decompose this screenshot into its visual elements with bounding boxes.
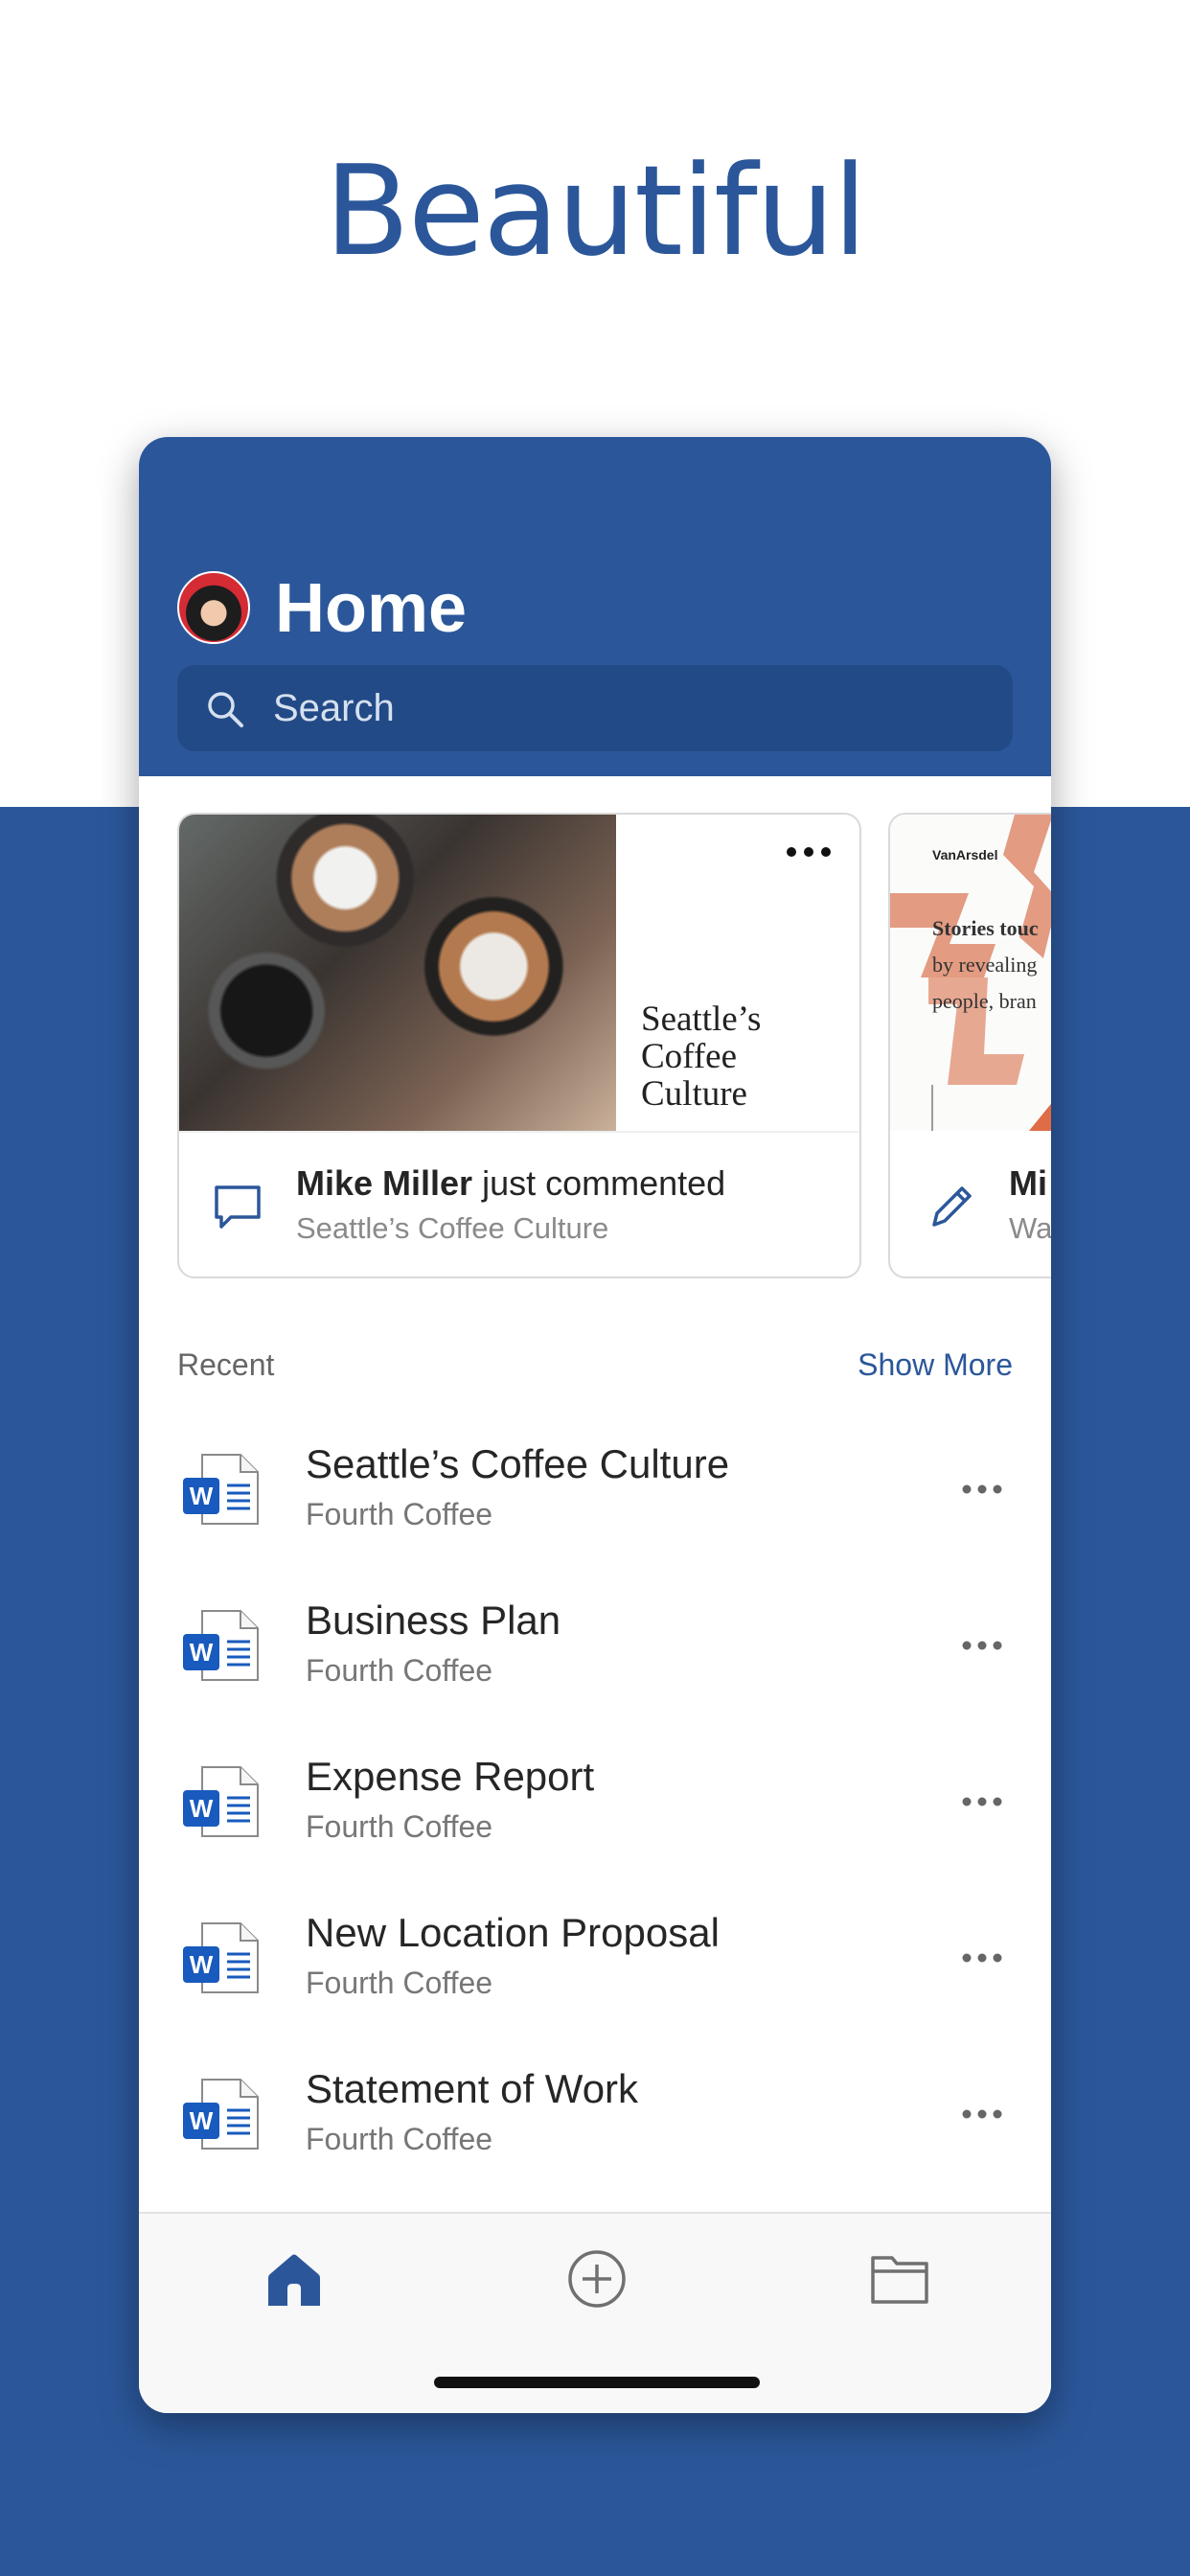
recent-section-label: Recent [177,1347,275,1382]
word-icon-letter: W [190,1950,214,1979]
edit-icon [932,1186,972,1227]
document-preview-text: Stories touc by revealing people, bran [932,910,1051,1020]
show-more-link[interactable]: Show More [858,1346,1013,1384]
recent-file-row[interactable]: W Seattle’s Coffee Culture Fourth Coffee [139,1430,1051,1586]
search-input[interactable] [273,665,982,751]
word-document-icon: W [183,1610,259,1681]
recent-files-list: W Seattle’s Coffee Culture Fourth Coffee… [139,1430,1051,2211]
marketing-headline: Beautiful [324,138,868,284]
file-title: Seattle’s Coffee Culture [306,1441,730,1486]
document-preview: VanArsdel Stories touc by revealing peop… [890,815,1051,1131]
file-location: Fourth Coffee [306,1497,493,1531]
file-title: Business Plan [306,1598,561,1643]
activity-action: just commented [472,1163,726,1203]
plus-circle-icon[interactable] [566,2248,628,2310]
word-document-icon: W [183,2079,259,2150]
preview-line-3: people, bran [932,989,1037,1013]
recent-file-row[interactable]: W New Location Proposal Fourth Coffee [139,1898,1051,2055]
brand-mark: VanArsdel [932,847,998,862]
more-options-icon[interactable] [961,1796,1003,1807]
more-options-icon[interactable] [961,1484,1003,1495]
activity-text: Mike Miller just commented [296,1162,725,1206]
word-icon-letter: W [190,2106,214,2135]
word-icon-letter: W [190,1794,214,1823]
word-document-icon: W [183,1454,259,1525]
file-location: Fourth Coffee [306,1653,493,1688]
word-icon-letter: W [190,1638,214,1667]
activity-author: Mi [1009,1163,1047,1203]
file-location: Fourth Coffee [306,2122,493,2156]
search-bar[interactable] [177,665,1013,751]
activity-document-name: Wa [1009,1211,1051,1245]
page-title: Home [275,570,468,647]
word-icon-letter: W [190,1482,214,1510]
profile-avatar[interactable] [177,571,250,644]
more-options-icon[interactable] [961,1952,1003,1964]
recent-file-row[interactable]: W Business Plan Fourth Coffee [139,1586,1051,1742]
file-location: Fourth Coffee [306,1809,493,1844]
comment-icon [215,1185,261,1229]
word-document-icon: W [183,1922,259,1993]
app-header: Home [139,437,1051,776]
activity-card-partial[interactable]: VanArsdel Stories touc by revealing peop… [888,813,1051,1278]
folder-icon[interactable] [869,2252,930,2306]
coffee-photo [179,815,616,1131]
card-divider [179,1131,859,1133]
preview-line-2: by revealing [932,953,1038,977]
more-options-icon[interactable] [961,1640,1003,1651]
preview-line-1: Stories touc [932,916,1039,940]
more-options-icon[interactable] [785,845,833,859]
activity-card[interactable]: Seattle’s Coffee Culture Mike Miller jus… [177,813,861,1278]
file-title: Expense Report [306,1754,595,1799]
home-icon[interactable] [263,2248,325,2310]
bottom-navigation-bar [139,2212,1051,2413]
phone-screen: Home Seattle’s Coffee Culture Mike Mille… [139,437,1051,2413]
search-icon [208,692,243,727]
home-indicator [434,2377,760,2388]
activity-document-name: Seattle’s Coffee Culture [296,1211,609,1245]
document-cover-title: Seattle’s Coffee Culture [641,1000,762,1114]
recent-file-row[interactable]: W Expense Report Fourth Coffee [139,1742,1051,1898]
file-title: Statement of Work [306,2066,639,2111]
recent-file-row[interactable]: W Statement of Work Fourth Coffee [139,2055,1051,2211]
file-location: Fourth Coffee [306,1966,493,2000]
word-document-icon: W [183,1766,259,1837]
activity-author: Mike Miller [296,1163,473,1203]
more-options-icon[interactable] [961,2108,1003,2120]
file-title: New Location Proposal [306,1910,720,1955]
